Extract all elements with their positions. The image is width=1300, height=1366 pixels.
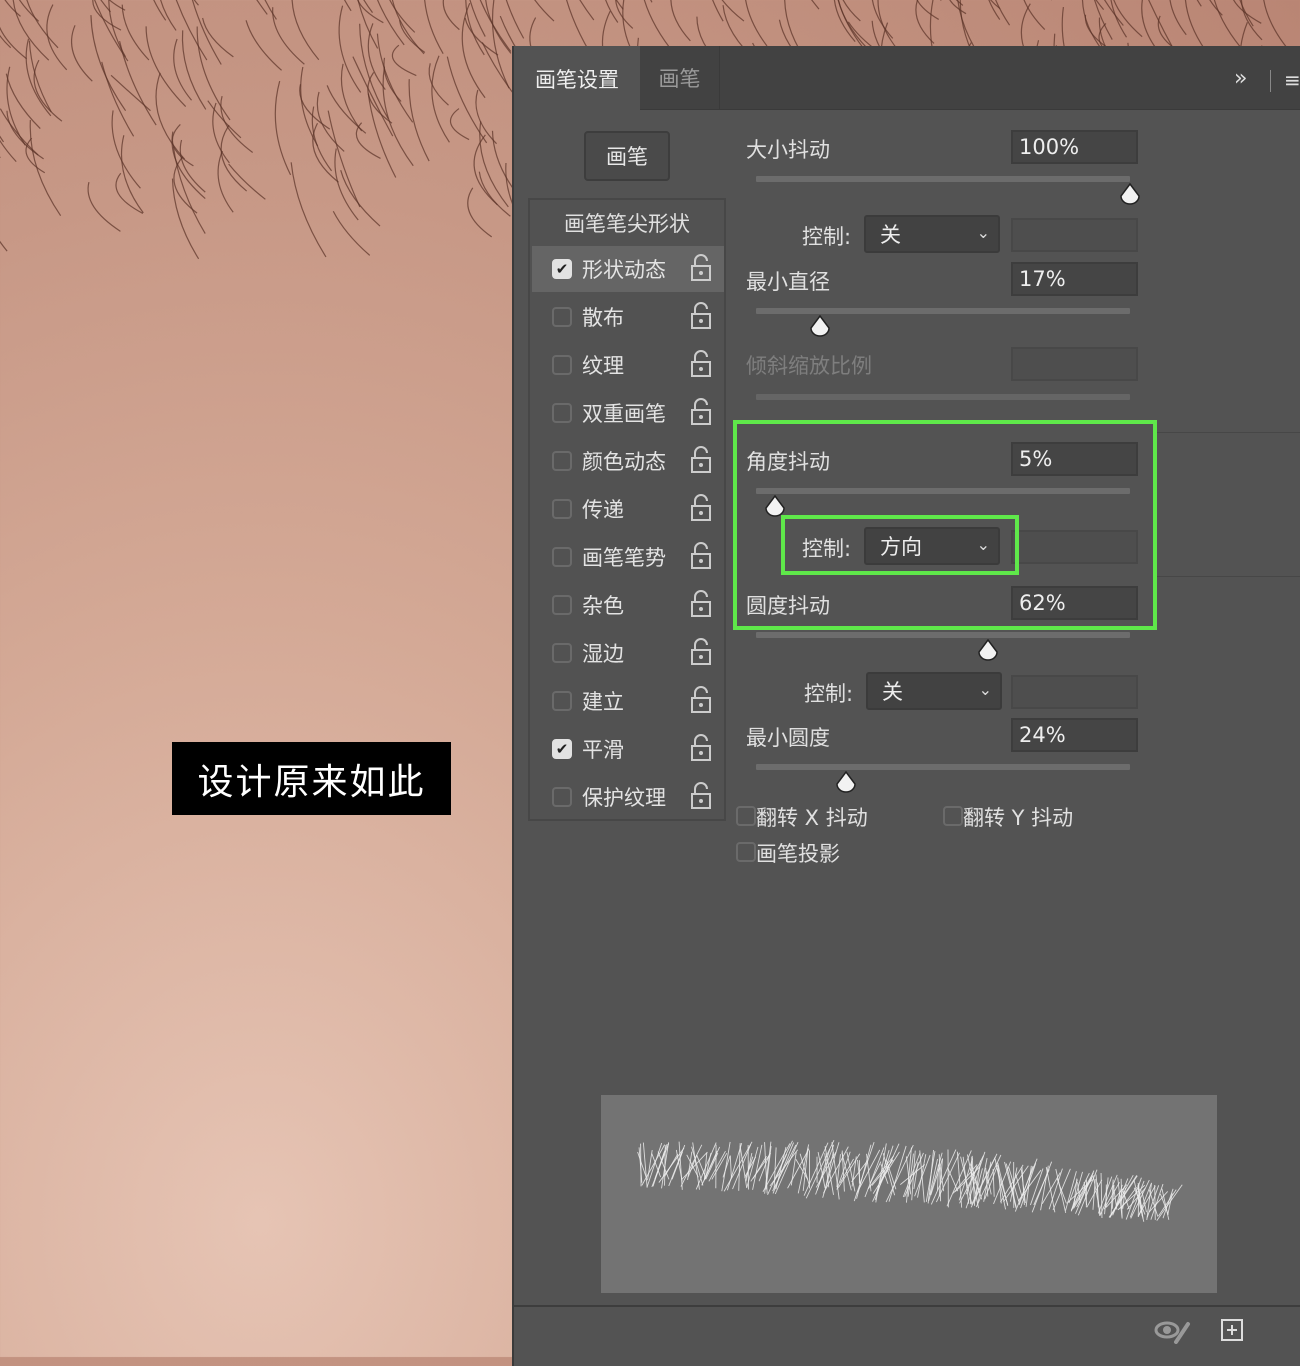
checkbox[interactable] [552,355,572,375]
control-dropdown[interactable]: 关⌄ [866,672,1002,710]
list-item[interactable]: 散布 [532,294,724,340]
new-preset-icon[interactable] [1220,1318,1244,1342]
tab-brush-settings[interactable]: 画笔设置 [514,46,640,111]
list-item[interactable]: 杂色 [532,582,724,628]
slider-thumb[interactable] [835,771,857,793]
control-extra-field [1011,675,1138,709]
lock-icon[interactable] [690,590,712,618]
checkbox[interactable]: ✔ [552,259,572,279]
lock-icon[interactable] [690,782,712,810]
size-jitter-input[interactable]: 100% [1011,130,1138,164]
list-item[interactable]: ✔ 形状动态 [532,246,724,292]
list-item-label: 湿边 [582,638,624,668]
brush-stroke-preview [601,1095,1217,1293]
brush-settings-panel: 画笔设置 画笔 » ≡ 画笔 画笔笔尖形状 ✔ 形状动态散布纹理双重画笔颜色动态传… [512,46,1300,1366]
min-roundness-input[interactable]: 24% [1011,718,1138,752]
checkbox[interactable] [552,643,572,663]
size-jitter-label: 大小抖动 [746,134,830,164]
list-item[interactable]: ✔ 平滑 [532,726,724,772]
hamburger-menu-icon[interactable]: ≡ [1284,68,1300,92]
chevron-down-icon: ⌄ [977,223,990,242]
checkbox[interactable] [552,499,572,519]
checkbox[interactable] [736,842,756,862]
list-item[interactable]: 湿边 [532,630,724,676]
lock-icon[interactable] [690,686,712,714]
footer-divider [514,1305,1300,1307]
flip-y-label[interactable]: 翻转 Y 抖动 [963,802,1073,832]
checkbox[interactable] [552,403,572,423]
list-item[interactable]: 传递 [532,486,724,532]
tilt-scale-label: 倾斜缩放比例 [746,350,872,380]
lock-icon[interactable] [690,446,712,474]
checkbox[interactable] [552,691,572,711]
checkbox[interactable] [736,806,756,826]
slider-thumb[interactable] [809,315,831,337]
list-item-label: 保护纹理 [582,782,666,812]
list-item-label: 颜色动态 [582,446,666,476]
control-extra-field [1011,218,1138,252]
brush-options-list: 画笔笔尖形状 ✔ 形状动态散布纹理双重画笔颜色动态传递画笔笔势杂色湿边建立 ✔ 平滑保… [528,198,726,821]
lock-icon[interactable] [690,638,712,666]
flip-x-label[interactable]: 翻转 X 抖动 [756,802,868,832]
lock-icon[interactable] [690,398,712,426]
list-item[interactable]: 纹理 [532,342,724,388]
divider [1270,70,1271,92]
control-dropdown[interactable]: 关⌄ [864,215,1000,253]
chevron-down-icon: ⌄ [979,680,992,699]
list-item[interactable]: 画笔笔势 [532,534,724,580]
checkbox[interactable]: ✔ [552,739,572,759]
list-item-label: 传递 [582,494,624,524]
highlight-box-control [781,515,1019,575]
min-roundness-slider[interactable] [756,764,1130,770]
list-item[interactable]: 双重画笔 [532,390,724,436]
min-diameter-input[interactable]: 17% [1011,262,1138,296]
min-diameter-label: 最小直径 [746,266,830,296]
checkbox[interactable] [552,787,572,807]
control-dropdown-value: 关 [882,676,903,706]
checkbox[interactable] [552,547,572,567]
lock-icon[interactable] [690,350,712,378]
tab-brush[interactable]: 画笔 [640,46,720,110]
list-item[interactable]: 保护纹理 [532,774,724,820]
lock-icon[interactable] [690,542,712,570]
lock-icon[interactable] [690,254,712,282]
min-roundness-label: 最小圆度 [746,722,830,752]
list-item-label: 建立 [582,686,624,716]
tilt-scale-input [1011,347,1138,381]
list-item[interactable]: 建立 [532,678,724,724]
checkbox[interactable] [943,806,963,826]
list-item-label: 双重画笔 [582,398,666,428]
list-item-label: 平滑 [582,734,624,764]
list-item-label: 纹理 [582,350,624,380]
list-item-label: 形状动态 [582,254,666,284]
lock-icon[interactable] [690,734,712,762]
panel-tab-bar: 画笔设置 画笔 » ≡ [514,46,1300,110]
divider [1154,432,1300,433]
list-item-label: 散布 [582,302,624,332]
slider-thumb[interactable] [1119,183,1141,205]
list-item[interactable]: 颜色动态 [532,438,724,484]
checkbox[interactable] [552,595,572,615]
brush-tip-shape-item[interactable]: 画笔笔尖形状 [530,208,724,238]
double-chevron-right-icon[interactable]: » [1234,66,1247,91]
lock-icon[interactable] [690,494,712,522]
roundness-jitter-slider[interactable] [756,632,1130,638]
list-item-label: 杂色 [582,590,624,620]
control-label: 控制: [802,221,851,251]
checkbox[interactable] [552,307,572,327]
list-item-label: 画笔笔势 [582,542,666,572]
checkbox[interactable] [552,451,572,471]
brush-presets-button[interactable]: 画笔 [584,131,670,181]
divider [1154,576,1300,577]
control-label: 控制: [804,678,853,708]
caption-label: 设计原来如此 [172,742,451,815]
brush-projection-label[interactable]: 画笔投影 [756,838,840,868]
min-diameter-slider[interactable] [756,308,1130,314]
lock-icon[interactable] [690,302,712,330]
eye-brush-icon[interactable] [1154,1318,1194,1344]
control-dropdown-value: 关 [880,219,901,249]
slider-thumb[interactable] [977,639,999,661]
size-jitter-slider[interactable] [756,176,1130,182]
tilt-scale-slider [756,394,1130,400]
